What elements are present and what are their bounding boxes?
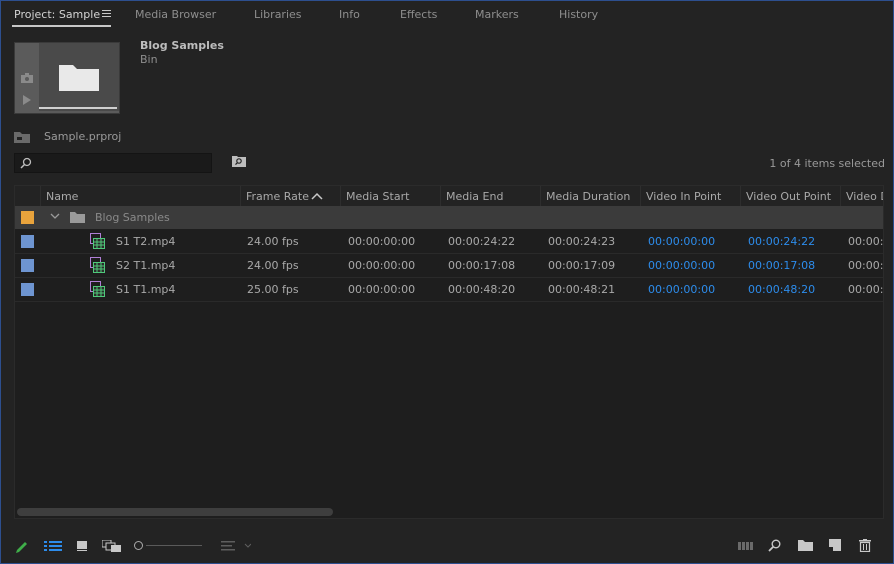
tab-project[interactable]: Project: Sample	[14, 8, 100, 21]
video-clip-icon	[90, 257, 105, 273]
video-duration: 00:00:2	[848, 235, 884, 248]
bin-thumbnail[interactable]	[14, 42, 120, 114]
folder-icon	[59, 65, 99, 91]
list-view-icon[interactable]	[44, 540, 62, 552]
camera-icon[interactable]	[21, 73, 33, 83]
zoom-slider-handle[interactable]	[134, 541, 143, 550]
preview-item-name: Blog Samples	[140, 39, 224, 52]
video-in-point[interactable]: 00:00:00:00	[648, 283, 715, 296]
bin-row[interactable]: Blog Samples	[15, 206, 883, 229]
zoom-slider-track[interactable]	[146, 545, 202, 546]
column-divider[interactable]	[240, 186, 241, 206]
column-media-duration[interactable]: Media Duration	[546, 190, 630, 203]
clip-name[interactable]: S1 T1.mp4	[116, 283, 175, 296]
tab-markers[interactable]: Markers	[475, 8, 519, 21]
column-video-in-point[interactable]: Video In Point	[646, 190, 721, 203]
table-row[interactable]: S1 T1.mp4 25.00 fps 00:00:00:00 00:00:48…	[15, 278, 884, 302]
search-input[interactable]	[37, 156, 207, 170]
media-start: 00:00:00:00	[348, 235, 416, 248]
column-divider[interactable]	[640, 186, 641, 206]
play-icon[interactable]	[22, 95, 32, 105]
active-tab-indicator	[12, 25, 111, 27]
column-divider[interactable]	[740, 186, 741, 206]
sort-ascending-icon[interactable]	[311, 192, 323, 200]
find-icon[interactable]	[768, 539, 781, 552]
video-out-point[interactable]: 00:00:48:20	[748, 283, 815, 296]
panel-menu-icon[interactable]	[102, 10, 111, 19]
video-in-point[interactable]: 00:00:00:00	[648, 259, 715, 272]
new-item-icon[interactable]	[829, 539, 841, 551]
media-end: 00:00:24:22	[448, 235, 516, 248]
label-color-swatch[interactable]	[21, 283, 34, 296]
thumbnail-scrubber[interactable]	[39, 107, 117, 109]
column-media-start[interactable]: Media Start	[346, 190, 409, 203]
media-end: 00:00:17:08	[448, 259, 516, 272]
column-name[interactable]: Name	[46, 190, 78, 203]
tab-libraries[interactable]: Libraries	[254, 8, 302, 21]
column-video-duration[interactable]: Video D	[846, 190, 883, 203]
table-row[interactable]: S1 T2.mp4 24.00 fps 00:00:00:00 00:00:24…	[15, 230, 884, 254]
media-start: 00:00:00:00	[348, 259, 416, 272]
horizontal-scrollbar[interactable]	[17, 508, 333, 516]
media-start: 00:00:00:00	[348, 283, 416, 296]
frame-rate: 24.00 fps	[247, 259, 299, 272]
video-clip-icon	[90, 281, 105, 297]
label-color-swatch[interactable]	[21, 259, 34, 272]
column-divider[interactable]	[540, 186, 541, 206]
media-duration: 00:00:48:21	[548, 283, 616, 296]
pencil-icon[interactable]	[14, 538, 30, 554]
selection-count: 1 of 4 items selected	[769, 157, 885, 170]
new-bin-icon[interactable]	[798, 540, 813, 551]
clip-name[interactable]: S1 T2.mp4	[116, 235, 175, 248]
search-icon	[20, 157, 32, 169]
media-duration: 00:00:24:23	[548, 235, 616, 248]
tab-history[interactable]: History	[559, 8, 598, 21]
bin-name[interactable]: Blog Samples	[95, 211, 170, 224]
freeform-view-icon[interactable]	[102, 540, 122, 552]
column-frame-rate[interactable]: Frame Rate	[246, 190, 309, 203]
project-table: Name Frame Rate Media Start Media End Me…	[14, 185, 884, 519]
project-file-icon	[14, 132, 30, 143]
column-divider[interactable]	[440, 186, 441, 206]
tab-media-browser[interactable]: Media Browser	[135, 8, 216, 21]
column-video-out-point[interactable]: Video Out Point	[746, 190, 831, 203]
icon-view-icon[interactable]	[76, 540, 88, 552]
frame-rate: 25.00 fps	[247, 283, 299, 296]
table-row[interactable]: S2 T1.mp4 24.00 fps 00:00:00:00 00:00:17…	[15, 254, 884, 278]
media-duration: 00:00:17:09	[548, 259, 616, 272]
clip-name[interactable]: S2 T1.mp4	[116, 259, 175, 272]
media-end: 00:00:48:20	[448, 283, 516, 296]
column-media-end[interactable]: Media End	[446, 190, 503, 203]
frame-rate: 24.00 fps	[247, 235, 299, 248]
video-duration: 00:00:4	[848, 283, 884, 296]
project-file-name: Sample.prproj	[44, 130, 122, 143]
folder-icon	[70, 212, 85, 223]
column-divider[interactable]	[840, 186, 841, 206]
chevron-down-icon[interactable]	[50, 212, 60, 220]
automate-to-sequence-icon[interactable]	[738, 541, 754, 551]
video-in-point[interactable]: 00:00:00:00	[648, 235, 715, 248]
label-color-swatch[interactable]	[21, 211, 34, 224]
tab-effects[interactable]: Effects	[400, 8, 437, 21]
video-out-point[interactable]: 00:00:17:08	[748, 259, 815, 272]
video-out-point[interactable]: 00:00:24:22	[748, 235, 815, 248]
preview-item-type: Bin	[140, 53, 158, 66]
tab-bar: Project: Sample Media Browser Libraries …	[0, 0, 894, 30]
label-color-swatch[interactable]	[21, 235, 34, 248]
new-search-bin-icon[interactable]	[232, 156, 246, 167]
search-box[interactable]	[14, 153, 212, 173]
table-header: Name Frame Rate Media Start Media End Me…	[15, 186, 883, 207]
sort-icon[interactable]	[221, 540, 251, 552]
column-divider[interactable]	[40, 186, 41, 206]
video-duration: 00:00:1	[848, 259, 884, 272]
tab-info[interactable]: Info	[339, 8, 360, 21]
column-divider[interactable]	[340, 186, 341, 206]
trash-icon[interactable]	[859, 539, 871, 552]
video-clip-icon	[90, 233, 105, 249]
